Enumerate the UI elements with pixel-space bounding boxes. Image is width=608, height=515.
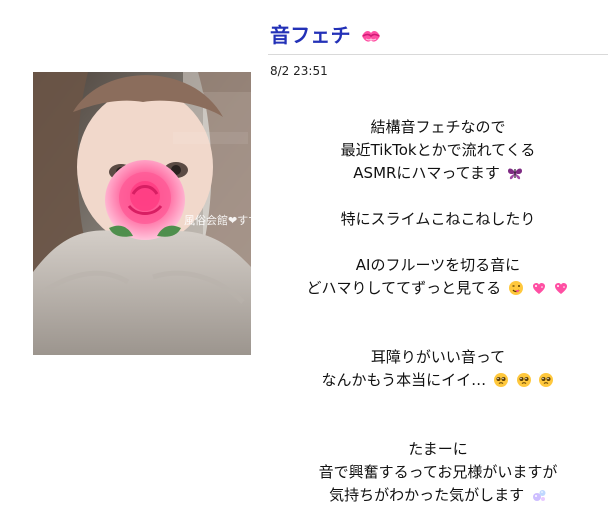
- body-line: 特にスライムこねこねしたり: [340, 210, 536, 228]
- body-line: 耳障りがいい音って: [370, 348, 506, 366]
- butterfly-icon: [507, 165, 523, 181]
- pleading-face-icon: [493, 372, 509, 388]
- title-divider: [268, 54, 608, 55]
- winking-tongue-face-icon: [508, 280, 524, 296]
- post-body: 結構音フェチなので 最近TikTokとかで流れてくる ASMRにハマってます 特…: [268, 116, 608, 507]
- body-line: どハマりしててずっと見てる: [268, 277, 608, 300]
- body-line: AIのフルーツを切る音に: [355, 256, 521, 274]
- body-line-text: 気持ちがわかった気がします: [329, 486, 525, 504]
- sparkling-heart-icon: [553, 280, 569, 296]
- pleading-face-icon: [538, 372, 554, 388]
- body-line: たまーに: [408, 440, 468, 458]
- sparkling-heart-icon: [531, 280, 547, 296]
- body-line-text: どハマりしててずっと見てる: [306, 279, 502, 297]
- post-date: 8/2 23:51: [270, 64, 328, 78]
- body-line: なんかもう本当にイイ…: [268, 369, 608, 392]
- body-line-text: なんかもう本当にイイ…: [321, 371, 487, 389]
- body-line: ASMRにハマってます: [268, 162, 608, 185]
- photo-image: 風俗会館❤すずり: [33, 72, 251, 355]
- profile-photo: 風俗会館❤すずり: [33, 72, 251, 355]
- body-line: 気持ちがわかった気がします: [268, 484, 608, 507]
- post-title-text: 音フェチ: [270, 23, 351, 47]
- body-line-text: ASMRにハマってます: [353, 164, 500, 182]
- post-title: 音フェチ: [270, 19, 382, 50]
- kiss-lips-icon: [360, 26, 382, 50]
- body-line: 最近TikTokとかで流れてくる: [340, 141, 536, 159]
- pleading-face-icon: [516, 372, 532, 388]
- body-line: 結構音フェチなので: [370, 118, 506, 136]
- watermark-text: 風俗会館❤すずり: [184, 213, 251, 227]
- body-line: 音で興奮するってお兄様がいますが: [318, 463, 558, 481]
- bubbles-icon: [531, 487, 547, 503]
